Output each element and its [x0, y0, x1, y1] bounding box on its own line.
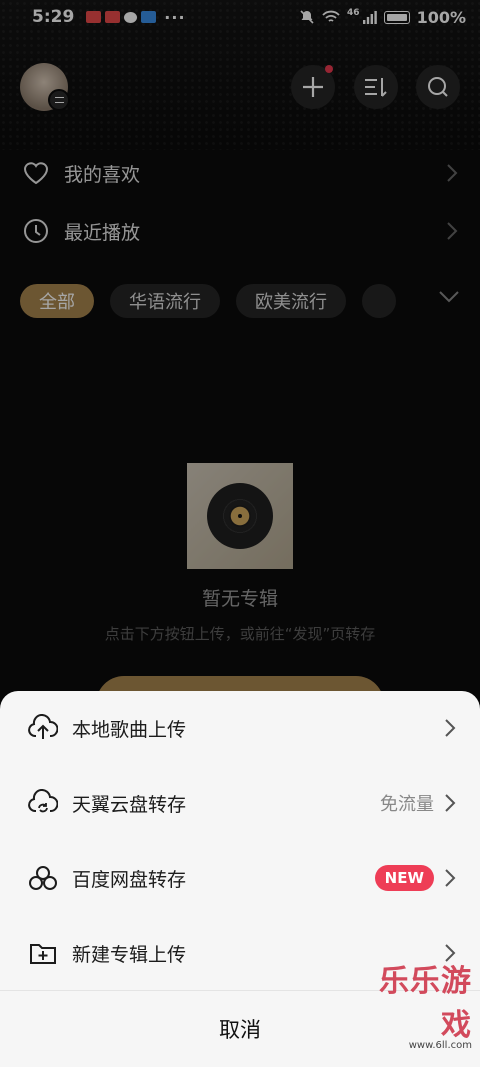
sheet-item-label: 新建专辑上传 — [72, 943, 187, 966]
baidu-cloud-icon — [29, 866, 57, 890]
new-badge: NEW — [374, 865, 434, 891]
sheet-item-baidu-cloud[interactable]: 百度网盘转存 NEW — [0, 841, 480, 915]
upload-cloud-icon — [28, 714, 58, 739]
app-screen: 5:29 ··· 46 100% 我的喜欢 最近播放 全部 华语流行 欧美流行 … — [0, 0, 480, 1067]
sheet-item-local-upload[interactable]: 本地歌曲上传 — [0, 691, 480, 765]
cloud-sync-icon — [28, 789, 58, 813]
sheet-item-label: 百度网盘转存 — [72, 868, 187, 891]
watermark-logo: 乐乐游戏 — [379, 964, 472, 1043]
watermark-url: www.6ll.com — [408, 1040, 472, 1051]
watermark: 乐乐游戏 www.6ll.com — [352, 956, 472, 1051]
chevron-right-icon — [445, 794, 456, 812]
chevron-right-icon — [445, 869, 456, 887]
sheet-item-label: 天翼云盘转存 — [72, 793, 187, 816]
free-traffic-hint: 免流量 — [380, 794, 434, 815]
sheet-item-tianyi-cloud[interactable]: 天翼云盘转存 免流量 — [0, 766, 480, 840]
folder-add-icon — [30, 944, 56, 964]
sheet-item-label: 本地歌曲上传 — [72, 718, 187, 741]
chevron-right-icon — [445, 719, 456, 737]
